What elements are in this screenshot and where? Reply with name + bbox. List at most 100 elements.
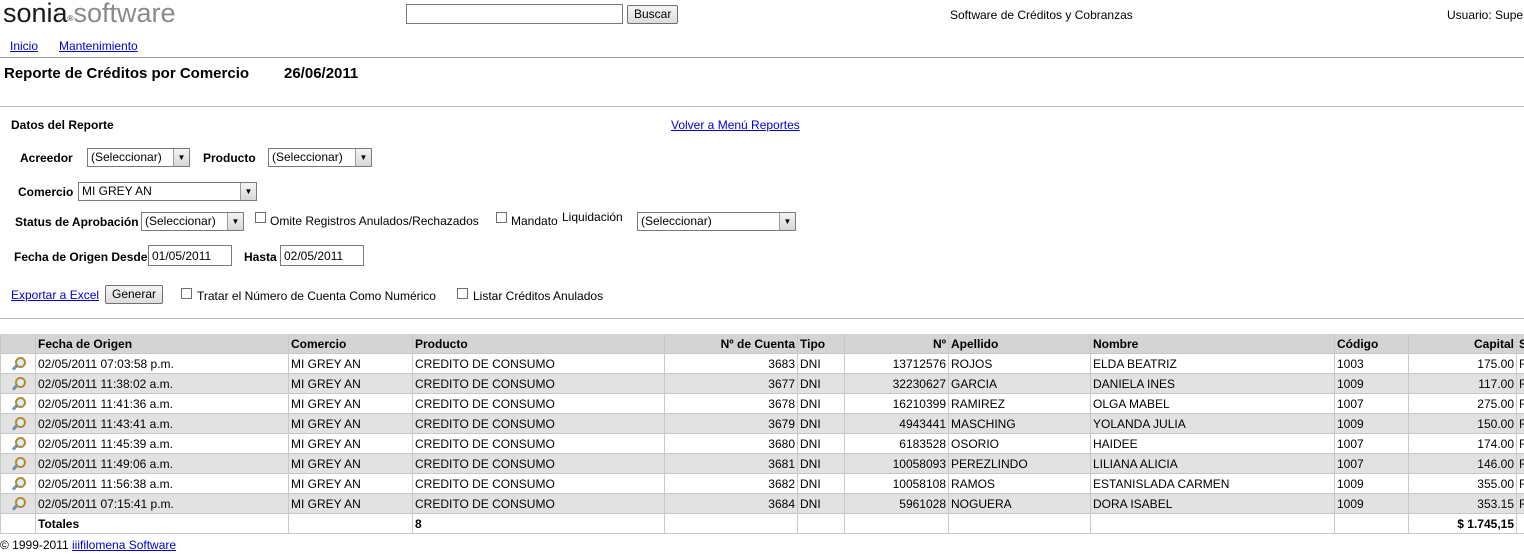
- header-tipo: Tipo: [797, 334, 845, 354]
- tratar-numerico-checkbox[interactable]: [181, 288, 192, 299]
- view-detail-cell[interactable]: [0, 413, 36, 434]
- cell-nro: 10058108: [844, 473, 949, 494]
- magnifier-icon[interactable]: [10, 496, 26, 512]
- form-top-divider: [0, 106, 1524, 107]
- omite-checkbox[interactable]: [255, 212, 266, 223]
- page-title: Reporte de Créditos por Comercio: [4, 65, 250, 82]
- cell-cuenta: 3684: [664, 493, 798, 514]
- magnifier-icon[interactable]: [10, 396, 26, 412]
- table-row[interactable]: 02/05/2011 11:41:36 a.m. MI GREY AN CREDIT…: [0, 393, 1524, 414]
- fecha-desde-input[interactable]: [148, 245, 232, 266]
- acreedor-select[interactable]: (Seleccionar) ▼: [87, 148, 190, 167]
- producto-label: Producto: [203, 151, 256, 165]
- magnifier-icon[interactable]: [10, 356, 26, 372]
- magnifier-icon[interactable]: [10, 376, 26, 392]
- acreedor-label: Acreedor: [20, 151, 73, 165]
- table-row[interactable]: 02/05/2011 11:49:06 a.m. MI GREY AN CREDIT…: [0, 453, 1524, 474]
- cell-nombre: OLGA MABEL: [1090, 393, 1335, 414]
- cell-tipo: DNI: [797, 453, 845, 474]
- cell-cuenta: 3682: [664, 473, 798, 494]
- cell-capital: 355.00: [1408, 473, 1517, 494]
- chevron-down-icon: ▼: [779, 213, 795, 230]
- cell-cuenta: 3683: [664, 353, 798, 374]
- producto-select[interactable]: (Seleccionar) ▼: [268, 148, 372, 167]
- liquidacion-select[interactable]: (Seleccionar) ▼: [637, 212, 796, 231]
- cell-apellido: OSORIO: [948, 433, 1091, 454]
- magnifier-icon[interactable]: [10, 476, 26, 492]
- view-detail-cell[interactable]: [0, 473, 36, 494]
- cell-fecha: 02/05/2011 11:45:39 a.m.: [35, 433, 289, 454]
- generar-button[interactable]: Generar: [105, 285, 164, 304]
- cell-apellido: ROJOS: [948, 353, 1091, 374]
- back-to-reports-link[interactable]: Volver a Menú Reportes: [671, 118, 800, 132]
- section-title: Datos del Reporte: [11, 118, 114, 132]
- view-detail-cell[interactable]: [0, 393, 36, 414]
- cell-producto: CREDITO DE CONSUMO: [412, 433, 665, 454]
- footer: © 1999-2011 iiifilomena Software: [0, 538, 176, 552]
- table-row[interactable]: 02/05/2011 07:15:41 p.m. MI GREY AN CREDIT…: [0, 493, 1524, 514]
- cell-comercio: MI GREY AN: [288, 373, 413, 394]
- fecha-hasta-input[interactable]: [280, 245, 364, 266]
- cell-producto: CREDITO DE CONSUMO: [412, 453, 665, 474]
- magnifier-icon[interactable]: [10, 436, 26, 452]
- listar-anulados-checkbox[interactable]: [457, 288, 468, 299]
- cell-fecha: 02/05/2011 11:56:38 a.m.: [35, 473, 289, 494]
- comercio-select-value: MI GREY AN: [82, 184, 152, 198]
- table-row[interactable]: 02/05/2011 11:38:02 a.m. MI GREY AN CREDIT…: [0, 373, 1524, 394]
- view-detail-cell[interactable]: [0, 433, 36, 454]
- view-detail-cell[interactable]: [0, 373, 36, 394]
- cell-tipo: DNI: [797, 373, 845, 394]
- cell-codigo: 1009: [1334, 413, 1409, 434]
- cell-fecha: 02/05/2011 07:03:58 p.m.: [35, 353, 289, 374]
- export-excel-link[interactable]: Exportar a Excel: [11, 288, 99, 302]
- hasta-label: Hasta: [244, 250, 277, 264]
- cell-comercio: MI GREY AN: [288, 393, 413, 414]
- view-detail-cell[interactable]: [0, 353, 36, 374]
- magnifier-icon[interactable]: [10, 456, 26, 472]
- cell-capital: 174.00: [1408, 433, 1517, 454]
- comercio-select[interactable]: MI GREY AN ▼: [78, 182, 257, 201]
- header-capital: Capital: [1408, 334, 1517, 354]
- cell-comercio: MI GREY AN: [288, 413, 413, 434]
- chevron-down-icon: ▼: [227, 213, 243, 230]
- totals-label: Totales: [35, 513, 289, 534]
- table-row[interactable]: 02/05/2011 11:43:41 a.m. MI GREY AN CREDIT…: [0, 413, 1524, 434]
- footer-link[interactable]: iiifilomena Software: [72, 538, 176, 552]
- cell-capital: 353.15: [1408, 493, 1517, 514]
- status-select[interactable]: (Seleccionar) ▼: [141, 212, 244, 231]
- table-header-row: Fecha de Origen Comercio Producto Nº de …: [0, 334, 1524, 354]
- cell-nro: 4943441: [844, 413, 949, 434]
- header-codigo: Código: [1334, 334, 1409, 354]
- table-row[interactable]: 02/05/2011 11:45:39 a.m. MI GREY AN CREDIT…: [0, 433, 1524, 454]
- cell-cuenta: 3678: [664, 393, 798, 414]
- cell-producto: CREDITO DE CONSUMO: [412, 393, 665, 414]
- fecha-desde-label: Fecha de Origen Desde: [14, 250, 148, 264]
- cell-capital: 150.00: [1408, 413, 1517, 434]
- magnifier-icon[interactable]: [10, 416, 26, 432]
- logo-registered-mark: ®: [67, 14, 74, 23]
- view-detail-cell[interactable]: [0, 453, 36, 474]
- table-row[interactable]: 02/05/2011 07:03:58 p.m. MI GREY AN CREDIT…: [0, 353, 1524, 374]
- cell-s: F: [1516, 373, 1524, 394]
- search-input[interactable]: [406, 4, 623, 24]
- cell-nombre: ESTANISLADA CARMEN: [1090, 473, 1335, 494]
- totals-apellido: [948, 513, 1091, 534]
- nav-link-mantenimiento[interactable]: Mantenimiento: [59, 39, 138, 53]
- mandato-checkbox[interactable]: [496, 212, 507, 223]
- totals-s: [1516, 513, 1524, 534]
- cell-comercio: MI GREY AN: [288, 493, 413, 514]
- user-label: Usuario: Supe: [1447, 8, 1524, 22]
- totals-comercio: [288, 513, 413, 534]
- search-button[interactable]: Buscar: [627, 5, 679, 24]
- table-row[interactable]: 02/05/2011 11:56:38 a.m. MI GREY AN CREDIT…: [0, 473, 1524, 494]
- cell-comercio: MI GREY AN: [288, 473, 413, 494]
- cell-codigo: 1007: [1334, 453, 1409, 474]
- logo: sonia®software: [3, 0, 176, 28]
- totals-tipo: [797, 513, 845, 534]
- totals-row: Totales 8 $ 1.745,15: [0, 513, 1524, 534]
- liquidacion-label: Liquidación: [562, 210, 623, 224]
- view-detail-cell[interactable]: [0, 493, 36, 514]
- results-table: Fecha de Origen Comercio Producto Nº de …: [0, 334, 1524, 534]
- cell-s: F: [1516, 473, 1524, 494]
- nav-link-inicio[interactable]: Inicio: [10, 39, 38, 53]
